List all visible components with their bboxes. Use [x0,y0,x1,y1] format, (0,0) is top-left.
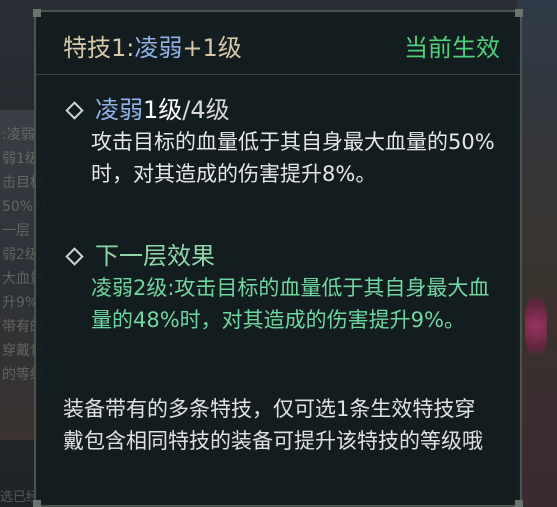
skill-title-name: 凌弱 [134,34,183,62]
current-level-value: 1级 [143,96,183,124]
background-text-line: :凌弱 [2,127,35,143]
skill-title: 特技1:凌弱+1级 [63,28,242,63]
next-level-section: 下一层效果 凌弱2级:攻击目标的血量低于其自身最大血量的48%时，对其造成的伤害… [64,240,498,336]
current-level-heading: 凌弱 1级/4级 [64,94,498,126]
tooltip-header: 特技1:凌弱+1级 当前生效 [36,12,520,75]
current-level-section: 凌弱 1级/4级 攻击目标的血量低于其自身最大血量的50%时，对其造成的伤害提升8… [64,94,498,190]
skill-title-suffix: +1级 [182,34,242,62]
footer-note: 装备带有的多条特技，仅可选1条生效特技穿戴包含相同特技的装备可提升该特技的等级哦 [63,397,483,453]
corner-ornament [33,500,41,507]
skill-tooltip: 特技1:凌弱+1级 当前生效 凌弱 1级/4级 攻击目标的血量低于其自身最大血量的… [33,9,523,507]
next-level-heading: 下一层效果 [64,240,498,272]
status-badge: 当前生效 [404,34,500,62]
current-level-description: 攻击目标的血量低于其自身最大血量的50%时，对其造成的伤害提升8%。 [91,130,495,186]
current-level-name: 凌弱 [95,96,143,124]
background-orb [525,296,547,356]
diamond-icon [65,246,84,266]
corner-ornament [515,500,523,507]
background-text-line: 升9% [2,295,39,311]
background-panel-right [517,0,557,507]
next-level-description: 凌弱2级:攻击目标的血量低于其自身最大血量的48%时，对其造成的伤害提升9%。 [91,276,490,332]
next-level-title: 下一层效果 [95,242,215,270]
skill-title-prefix: 特技1: [63,34,135,62]
game-scene: :凌弱 弱1级 击目标 50%时 一层 弱2级 大血量 升9% 带有的 穿戴包 的等级 选已经 特技… [0,0,557,507]
max-level-value: /4级 [182,96,230,124]
diamond-icon [65,100,84,120]
background-text-line: 一层 [2,223,30,239]
